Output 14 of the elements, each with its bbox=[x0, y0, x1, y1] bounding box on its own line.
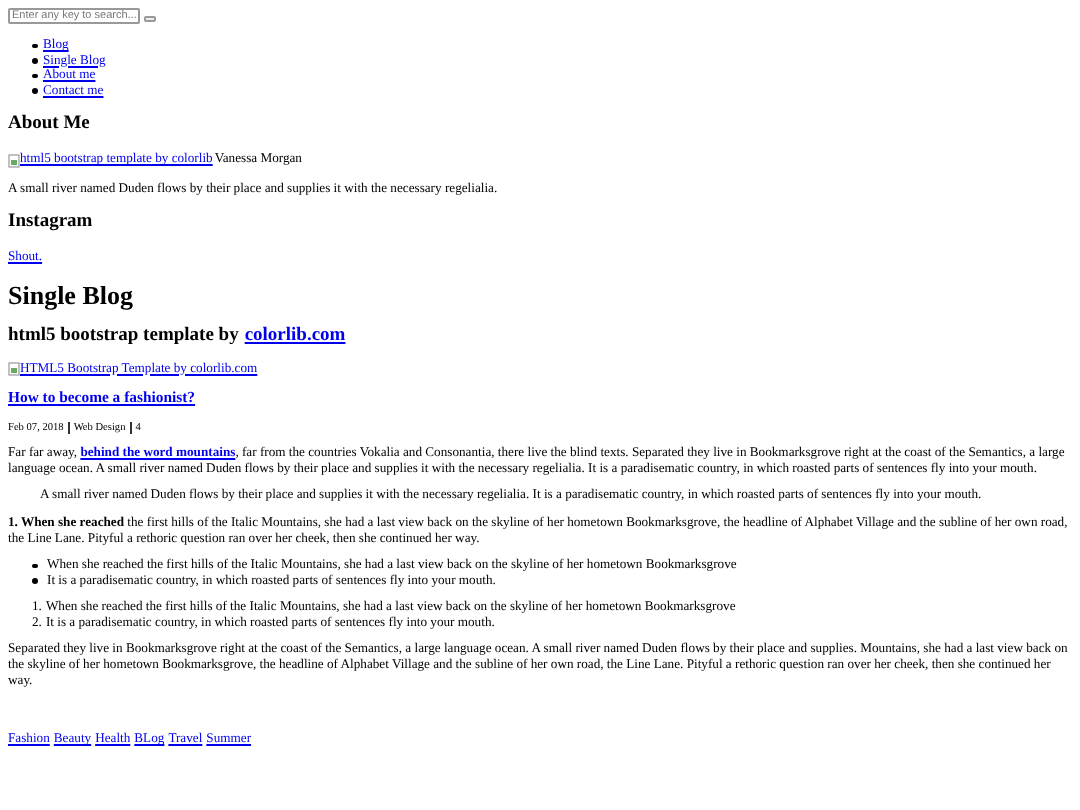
subtitle-link[interactable]: colorlib.com bbox=[244, 325, 346, 348]
bullet-icon bbox=[32, 58, 37, 64]
bullet-icon bbox=[32, 73, 37, 79]
bullet-icon bbox=[32, 563, 37, 569]
page-title: Single Blog bbox=[8, 281, 135, 312]
broken-image-icon bbox=[8, 362, 20, 377]
search-button[interactable] bbox=[144, 16, 156, 22]
subtitle: html5 bootstrap template by bbox=[8, 325, 239, 348]
bullet-icon bbox=[32, 88, 37, 94]
section-heading: Instagram bbox=[8, 212, 95, 235]
section-heading: About Me bbox=[8, 114, 92, 137]
broken-image-icon bbox=[8, 153, 20, 168]
bullet-icon bbox=[32, 43, 37, 49]
bullet-icon bbox=[32, 578, 37, 584]
